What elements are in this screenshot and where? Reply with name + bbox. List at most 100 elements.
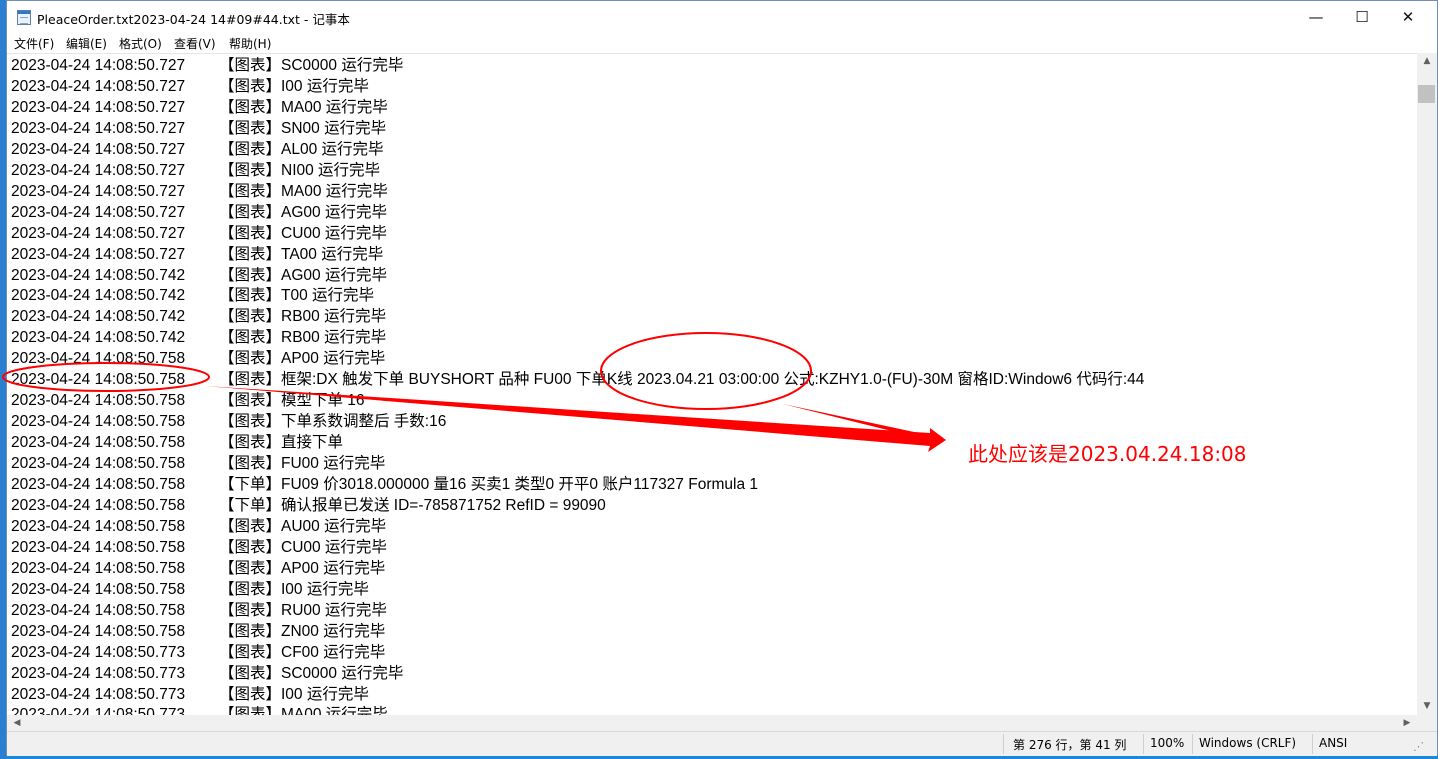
text-line: 2023-04-24 14:08:50.758 【图表】AP00 运行完毕	[11, 348, 385, 369]
text-line: 2023-04-24 14:08:50.727 【图表】AL00 运行完毕	[11, 139, 384, 160]
log-timestamp: 2023-04-24 14:08:50.742	[11, 308, 186, 326]
log-message: 【图表】模型下单 16	[219, 392, 365, 410]
resize-grip-icon[interactable]: ⋰	[1413, 740, 1424, 753]
text-line: 2023-04-24 14:08:50.758 【图表】I00 运行完毕	[11, 579, 369, 600]
log-timestamp: 2023-04-24 14:08:50.727	[11, 224, 186, 242]
log-message: 【图表】MA00 运行完毕	[219, 182, 388, 200]
text-line: 2023-04-24 14:08:50.773 【图表】I00 运行完毕	[11, 684, 369, 705]
text-line: 2023-04-24 14:08:50.742 【图表】T00 运行完毕	[11, 285, 374, 306]
scroll-down-icon[interactable]: ▼	[1417, 698, 1437, 715]
log-message: 【图表】RU00 运行完毕	[219, 601, 387, 619]
log-timestamp: 2023-04-24 14:08:50.758	[11, 496, 186, 514]
menu-edit[interactable]: 编辑(E)	[66, 35, 107, 52]
log-timestamp: 2023-04-24 14:08:50.742	[11, 287, 186, 305]
log-timestamp: 2023-04-24 14:08:50.758	[11, 476, 186, 493]
log-timestamp: 2023-04-24 14:08:50.727	[11, 203, 186, 221]
log-message: 【图表】I00 运行完毕	[219, 685, 369, 703]
log-timestamp: 2023-04-24 14:08:50.727	[11, 57, 186, 74]
text-line: 2023-04-24 14:08:50.758 【图表】下单系数调整后 手数:16	[11, 411, 446, 432]
log-timestamp: 2023-04-24 14:08:50.727	[11, 245, 186, 263]
log-message: 【图表】NI00 运行完毕	[219, 161, 381, 179]
text-line: 2023-04-24 14:08:50.742 【图表】RB00 运行完毕	[11, 306, 386, 327]
cursor-position: 第 276 行，第 41 列	[1013, 738, 1127, 752]
scroll-up-icon[interactable]: ▲	[1417, 53, 1437, 70]
log-message: 【图表】T00 运行完毕	[219, 287, 375, 305]
vertical-scrollbar[interactable]: ▲ ▼	[1417, 53, 1437, 715]
log-timestamp: 2023-04-24 14:08:50.727	[11, 98, 186, 116]
text-line: 2023-04-24 14:08:50.727 【图表】SN00 运行完毕	[11, 118, 386, 139]
log-message: 【图表】FU00 运行完毕	[219, 455, 386, 473]
text-line: 2023-04-24 14:08:50.758 【图表】RU00 运行完毕	[11, 600, 387, 621]
notepad-window: PleaceOrder.txt2023-04-24 14#09#44.txt -…	[6, 0, 1438, 756]
log-message: 【下单】确认报单已发送 ID=-785871752 RefID = 99090	[219, 496, 606, 514]
status-separator	[1192, 734, 1193, 754]
log-message: 【图表】AP00 运行完毕	[219, 559, 386, 577]
log-message: 【图表】AL00 运行完毕	[219, 140, 384, 158]
log-timestamp: 2023-04-24 14:08:50.758	[11, 601, 186, 619]
status-bar: 第 276 行，第 41 列 100% Windows (CRLF) ANSI	[7, 731, 1437, 756]
menu-format[interactable]: 格式(O)	[119, 35, 162, 52]
log-message: 【图表】SN00 运行完毕	[219, 119, 387, 137]
text-line: 2023-04-24 14:08:50.727 【图表】AG00 运行完毕	[11, 202, 387, 223]
encoding: ANSI	[1319, 736, 1348, 750]
log-timestamp: 2023-04-24 14:08:50.758	[11, 622, 186, 640]
close-button[interactable]: ✕	[1385, 1, 1431, 33]
text-line: 2023-04-24 14:08:50.727 【图表】I00 运行完毕	[11, 76, 369, 97]
log-timestamp: 2023-04-24 14:08:50.773	[11, 685, 186, 703]
log-timestamp: 2023-04-24 14:08:50.758	[11, 538, 186, 556]
title-bar[interactable]: PleaceOrder.txt2023-04-24 14#09#44.txt -…	[7, 1, 1437, 33]
text-line: 2023-04-24 14:08:50.727 【图表】NI00 运行完毕	[11, 160, 380, 181]
log-timestamp: 2023-04-24 14:08:50.727	[11, 140, 186, 158]
text-line: 2023-04-24 14:08:50.758 【图表】框架:DX 触发下单 BU…	[11, 369, 1144, 390]
log-timestamp: 2023-04-24 14:08:50.727	[11, 182, 186, 200]
scroll-left-icon[interactable]: ◀	[7, 715, 27, 731]
log-message: 【图表】SC0000 运行完毕	[219, 664, 404, 682]
log-message: 【图表】I00 运行完毕	[219, 77, 369, 95]
scroll-right-icon[interactable]: ▶	[1397, 715, 1417, 731]
text-line: 2023-04-24 14:08:50.727 【图表】MA00 运行完毕	[11, 181, 388, 202]
log-timestamp: 2023-04-24 14:08:50.727	[11, 119, 186, 137]
text-line: 2023-04-24 14:08:50.758 【图表】模型下单 16	[11, 390, 365, 411]
log-message: 【图表】AP00 运行完毕	[219, 350, 386, 368]
menu-help[interactable]: 帮助(H)	[229, 35, 271, 52]
log-message: 【图表】框架:DX 触发下单 BUYSHORT 品种 FU00 下单K线 202…	[219, 371, 1145, 389]
log-timestamp: 2023-04-24 14:08:50.727	[11, 77, 186, 95]
text-line: 2023-04-24 14:08:50.773 【图表】CF00 运行完毕	[11, 642, 385, 663]
text-line: 2023-04-24 14:08:50.758 【图表】直接下单	[11, 432, 343, 453]
scrollbar-corner	[1417, 715, 1437, 731]
log-timestamp: 2023-04-24 14:08:50.758	[11, 580, 186, 598]
log-message: 【图表】CU00 运行完毕	[219, 538, 387, 556]
minimize-button[interactable]: —	[1293, 1, 1339, 33]
log-timestamp: 2023-04-24 14:08:50.742	[11, 329, 186, 347]
window-title: PleaceOrder.txt2023-04-24 14#09#44.txt -…	[37, 12, 350, 27]
line-ending: Windows (CRLF)	[1199, 736, 1297, 750]
text-line: 2023-04-24 14:08:50.727 【图表】CU00 运行完毕	[11, 223, 387, 244]
log-message: 【图表】AU00 运行完毕	[219, 517, 387, 535]
text-line: 2023-04-24 14:08:50.758 【图表】AU00 运行完毕	[11, 516, 386, 537]
horizontal-scrollbar[interactable]: ◀ ▶	[7, 715, 1417, 731]
log-timestamp: 2023-04-24 14:08:50.727	[11, 161, 186, 179]
vertical-scroll-thumb[interactable]	[1418, 85, 1435, 103]
log-message: 【下单】FU09 价3018.000000 量16 买卖1 类型0 开平0 账户…	[219, 476, 759, 493]
maximize-button[interactable]: ☐	[1339, 1, 1385, 33]
log-message: 【图表】CF00 运行完毕	[219, 643, 386, 661]
menu-view[interactable]: 查看(V)	[174, 35, 216, 52]
log-timestamp: 2023-04-24 14:08:50.758	[11, 392, 186, 410]
log-timestamp: 2023-04-24 14:08:50.758	[11, 455, 186, 473]
annotation-text: 此处应该是2023.04.24.18:08	[968, 442, 1247, 466]
menu-file[interactable]: 文件(F)	[14, 35, 54, 52]
status-separator	[1143, 734, 1144, 754]
log-timestamp: 2023-04-24 14:08:50.758	[11, 559, 186, 577]
log-message: 【图表】SC0000 运行完毕	[219, 57, 404, 74]
log-message: 【图表】ZN00 运行完毕	[219, 622, 386, 640]
text-line: 2023-04-24 14:08:50.742 【图表】RB00 运行完毕	[11, 327, 386, 348]
text-editor[interactable]: 2023-04-24 14:08:50.727 【图表】SC0000 运行完毕 20…	[7, 53, 1417, 716]
text-line: 2023-04-24 14:08:50.758 【图表】CU00 运行完毕	[11, 537, 387, 558]
status-separator	[1003, 734, 1004, 754]
log-timestamp: 2023-04-24 14:08:50.758	[11, 413, 186, 431]
log-timestamp: 2023-04-24 14:08:50.758	[11, 434, 186, 452]
log-timestamp: 2023-04-24 14:08:50.773	[11, 664, 186, 682]
text-line: 2023-04-24 14:08:50.758 【下单】确认报单已发送 ID=-7…	[11, 495, 606, 516]
log-message: 【图表】MA00 运行完毕	[219, 98, 388, 116]
text-line: 2023-04-24 14:08:50.773 【图表】SC0000 运行完毕	[11, 663, 403, 684]
